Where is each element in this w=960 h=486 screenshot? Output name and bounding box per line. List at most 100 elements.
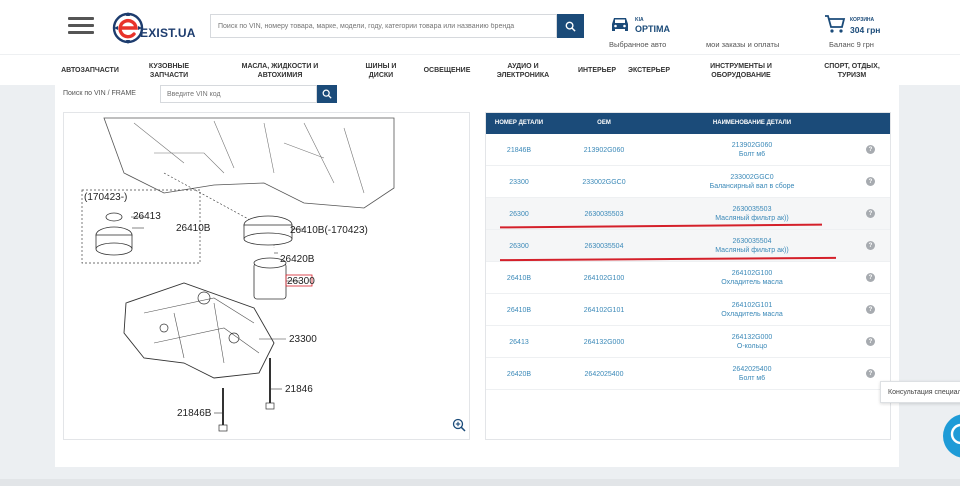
help-icon[interactable]: ? bbox=[866, 145, 875, 154]
oem-link[interactable]: 213902G060 bbox=[556, 134, 652, 166]
logo-text: EXIST.UA bbox=[140, 26, 196, 40]
diagram-label-23300[interactable]: 23300 bbox=[289, 334, 317, 345]
chat-glyph-icon bbox=[950, 423, 960, 445]
table-row[interactable]: 26410B 264102G101 264102G101 Охладитель м… bbox=[486, 294, 890, 326]
nav-item-audio[interactable]: АУДИО И ЭЛЕКТРОНИКА bbox=[490, 55, 556, 86]
cart-icon[interactable] bbox=[824, 14, 846, 34]
main-card: Поиск по VIN / FRAME Введите VIN код (17… bbox=[55, 85, 899, 467]
part-code: 264132G000 bbox=[731, 334, 773, 341]
diagram-drawing: (170423-) 26413 26410B 26410B(-170423) 2… bbox=[81, 117, 395, 432]
nav-item-body-parts[interactable]: КУЗОВНЫЕ ЗАПЧАСТИ bbox=[140, 55, 198, 86]
part-description: Болт м6 bbox=[738, 151, 766, 158]
diagram-label-21846b[interactable]: 21846B bbox=[177, 408, 212, 419]
help-icon[interactable]: ? bbox=[866, 305, 875, 314]
balance-label: Баланс 9 грн bbox=[829, 40, 874, 49]
part-name[interactable]: 264102G101 Охладитель масла bbox=[670, 294, 834, 326]
diagram-label-21846[interactable]: 21846 bbox=[285, 384, 313, 395]
part-number-link[interactable]: 26420B bbox=[486, 358, 552, 390]
nav-item-oils[interactable]: МАСЛА, ЖИДКОСТИ И АВТОХИМИЯ bbox=[232, 55, 328, 86]
part-code: 2630035504 bbox=[732, 238, 772, 245]
part-description: Масляный фильтр ак)) bbox=[715, 215, 789, 222]
table-row[interactable]: 21846B 213902G060 213902G060 Болт м6 ? bbox=[486, 134, 890, 166]
nav-item-lighting[interactable]: ОСВЕЩЕНИЕ bbox=[420, 55, 474, 86]
part-name[interactable]: 2642025400 Болт м6 bbox=[670, 358, 834, 390]
search-button[interactable] bbox=[557, 14, 584, 38]
part-code: 2642025400 bbox=[732, 366, 772, 373]
parts-diagram: (170423-) 26413 26410B 26410B(-170423) 2… bbox=[63, 112, 470, 440]
part-number-link[interactable]: 26410B bbox=[486, 294, 552, 326]
help-icon[interactable]: ? bbox=[866, 177, 875, 186]
cart-title: КОРЗИНА bbox=[850, 17, 875, 23]
car-model[interactable]: OPTIMA bbox=[635, 24, 670, 34]
oem-link[interactable]: 2630035504 bbox=[556, 230, 652, 262]
part-code: 233002GGC0 bbox=[730, 174, 774, 181]
diagram-label-26410b-old[interactable]: 26410B(-170423) bbox=[290, 225, 368, 236]
diagram-label-26420b[interactable]: 26420B bbox=[280, 254, 315, 265]
table-row[interactable]: 26410B 264102G100 264102G100 Охладитель м… bbox=[486, 262, 890, 294]
diagram-label-170423: (170423-) bbox=[84, 192, 127, 203]
part-number-link[interactable]: 23300 bbox=[486, 166, 552, 198]
oem-link[interactable]: 264102G100 bbox=[556, 262, 652, 294]
footer-bar bbox=[0, 479, 960, 486]
part-description: Масляный фильтр ак)) bbox=[715, 247, 789, 254]
diagram-label-26410b[interactable]: 26410B bbox=[176, 223, 211, 234]
table-row[interactable]: 23300 233002GGC0 233002GGC0 Балансирный в… bbox=[486, 166, 890, 198]
part-name[interactable]: 213902G060 Болт м6 bbox=[670, 134, 834, 166]
oem-link[interactable]: 264102G101 bbox=[556, 294, 652, 326]
car-icon[interactable] bbox=[609, 14, 631, 34]
diagram-label-26300[interactable]: 26300 bbox=[287, 276, 315, 287]
car-brand: KIA bbox=[635, 17, 644, 23]
part-description: Болт м6 bbox=[738, 375, 766, 382]
search-icon bbox=[322, 89, 332, 99]
part-number-link[interactable]: 26413 bbox=[486, 326, 552, 358]
help-icon[interactable]: ? bbox=[866, 273, 875, 282]
part-description: Балансирный вал в сборе bbox=[709, 183, 795, 190]
part-number-link[interactable]: 21846B bbox=[486, 134, 552, 166]
part-number-link[interactable]: 26410B bbox=[486, 262, 552, 294]
part-name[interactable]: 264132G000 О-кольцо bbox=[670, 326, 834, 358]
vin-input[interactable] bbox=[160, 85, 317, 103]
help-icon[interactable]: ? bbox=[866, 241, 875, 250]
vin-label: Поиск по VIN / FRAME bbox=[63, 90, 136, 97]
part-code: 264102G100 bbox=[731, 270, 773, 277]
table-row[interactable]: 26420B 2642025400 2642025400 Болт м6 ? bbox=[486, 358, 890, 390]
part-code: 213902G060 bbox=[731, 142, 773, 149]
part-name[interactable]: 264102G100 Охладитель масла bbox=[670, 262, 834, 294]
part-description: Охладитель масла bbox=[721, 311, 783, 318]
help-icon[interactable]: ? bbox=[866, 337, 875, 346]
vin-search-button[interactable] bbox=[317, 85, 337, 103]
search-icon bbox=[565, 21, 576, 32]
consultation-tooltip[interactable]: Консультация специалиста bbox=[880, 381, 960, 403]
nav-item-exterior[interactable]: ЭКСТЕРЬЕР bbox=[626, 55, 672, 86]
diagram-label-26413[interactable]: 26413 bbox=[133, 211, 161, 222]
zoom-in-icon[interactable] bbox=[452, 418, 466, 432]
part-code: 2630035503 bbox=[732, 206, 772, 213]
selected-car-label[interactable]: Выбранное авто bbox=[609, 40, 666, 49]
menu-icon[interactable] bbox=[68, 17, 94, 35]
nav-item-tires[interactable]: ШИНЫ И ДИСКИ bbox=[358, 55, 404, 86]
parts-table: НОМЕР ДЕТАЛИ OEM НАИМЕНОВАНИЕ ДЕТАЛИ 218… bbox=[485, 112, 891, 440]
nav-item-interior[interactable]: ИНТЕРЬЕР bbox=[574, 55, 620, 86]
oem-link[interactable]: 264132G000 bbox=[556, 326, 652, 358]
oem-link[interactable]: 233002GGC0 bbox=[556, 166, 652, 198]
orders-link[interactable]: мои заказы и оплаты bbox=[706, 40, 779, 49]
header-number: НОМЕР ДЕТАЛИ bbox=[494, 120, 544, 126]
chat-icon[interactable] bbox=[943, 414, 960, 458]
header-name: НАИМЕНОВАНИЕ ДЕТАЛИ bbox=[712, 120, 792, 126]
part-description: Охладитель масла bbox=[721, 279, 783, 286]
search-input[interactable] bbox=[210, 14, 557, 38]
nav-item-tools[interactable]: ИНСТРУМЕНТЫ И ОБОРУДОВАНИЕ bbox=[700, 55, 782, 86]
part-number-link[interactable]: 26300 bbox=[486, 230, 552, 262]
part-name[interactable]: 233002GGC0 Балансирный вал в сборе bbox=[670, 166, 834, 198]
help-icon[interactable]: ? bbox=[866, 209, 875, 218]
header-oem: OEM bbox=[597, 120, 611, 126]
oem-link[interactable]: 2642025400 bbox=[556, 358, 652, 390]
nav-item-sport[interactable]: СПОРТ, ОТДЫХ, ТУРИЗМ bbox=[818, 55, 886, 86]
cart-amount[interactable]: 304 грн bbox=[850, 25, 880, 35]
category-nav: АВТОЗАПЧАСТИ КУЗОВНЫЕ ЗАПЧАСТИ МАСЛА, ЖИ… bbox=[0, 54, 960, 85]
nav-item-autoparts[interactable]: АВТОЗАПЧАСТИ bbox=[56, 55, 124, 86]
table-row[interactable]: 26413 264132G000 264132G000 О-кольцо ? bbox=[486, 326, 890, 358]
part-description: О-кольцо bbox=[736, 343, 768, 350]
help-icon[interactable]: ? bbox=[866, 369, 875, 378]
table-header: НОМЕР ДЕТАЛИ OEM НАИМЕНОВАНИЕ ДЕТАЛИ bbox=[486, 113, 890, 134]
